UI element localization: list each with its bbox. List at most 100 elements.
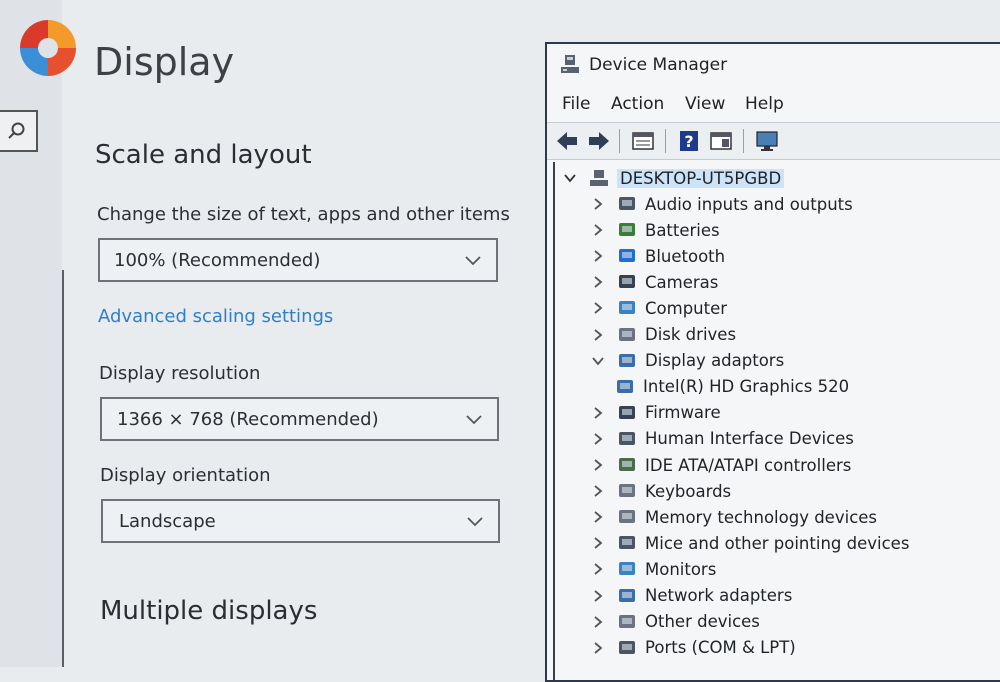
tree-category-item[interactable]: Other devices bbox=[591, 610, 760, 634]
tree-root[interactable]: DESKTOP-UT5PGBD bbox=[563, 166, 785, 190]
chevron-right-icon[interactable] bbox=[591, 197, 605, 211]
root-computer-name: DESKTOP-UT5PGBD bbox=[617, 168, 785, 188]
chevron-right-icon[interactable] bbox=[591, 484, 605, 498]
computer-icon bbox=[590, 170, 608, 186]
chevron-right-icon[interactable] bbox=[591, 432, 605, 446]
memory-icon bbox=[619, 510, 635, 524]
ide-icon bbox=[619, 458, 635, 471]
tree-category-item[interactable]: Computer bbox=[591, 296, 727, 320]
orientation-dropdown[interactable]: Landscape bbox=[101, 499, 500, 543]
tree-category-item[interactable]: Audio inputs and outputs bbox=[591, 192, 853, 216]
chevron-down-icon bbox=[466, 415, 482, 425]
tree-item-label: Other devices bbox=[645, 612, 760, 632]
tree-category-item[interactable]: Ports (COM & LPT) bbox=[591, 636, 796, 660]
tree-category-item[interactable]: Bluetooth bbox=[591, 244, 725, 268]
chevron-right-icon[interactable] bbox=[591, 510, 605, 524]
tree-item-label: Computer bbox=[645, 298, 728, 318]
tree-item-label: Ports (COM & LPT) bbox=[645, 638, 796, 658]
camera-icon bbox=[619, 275, 635, 289]
chevron-right-icon[interactable] bbox=[591, 223, 605, 237]
tree-item-label: Disk drives bbox=[645, 325, 737, 344]
menu-action[interactable]: Action bbox=[611, 94, 664, 114]
mouse-icon bbox=[619, 536, 635, 550]
section-title-multiple-displays: Multiple displays bbox=[100, 596, 318, 626]
toolbar: ? bbox=[547, 122, 1000, 160]
search-button[interactable] bbox=[0, 110, 38, 152]
tree-category-item[interactable]: Disk drives bbox=[591, 323, 736, 347]
device-manager-window: Device Manager File Action View Help ? D… bbox=[545, 42, 1000, 682]
resolution-dropdown[interactable]: 1366 × 768 (Recommended) bbox=[100, 397, 499, 441]
tree-item-label: Firmware bbox=[645, 403, 721, 423]
battery-icon bbox=[619, 223, 635, 237]
tree-category-item[interactable]: Human Interface Devices bbox=[591, 427, 854, 451]
nav-divider bbox=[62, 270, 64, 667]
menu-bar: File Action View Help bbox=[547, 90, 1000, 120]
display-adapter-icon bbox=[619, 353, 635, 367]
properties-icon[interactable] bbox=[631, 129, 655, 153]
forward-arrow-icon[interactable] bbox=[587, 129, 611, 153]
chevron-right-icon[interactable] bbox=[591, 406, 605, 420]
device-manager-icon bbox=[561, 55, 579, 73]
chevron-right-icon[interactable] bbox=[591, 275, 605, 289]
disk-icon bbox=[619, 327, 635, 341]
scale-label: Change the size of text, apps and other … bbox=[97, 204, 510, 225]
advanced-scaling-link[interactable]: Advanced scaling settings bbox=[98, 306, 333, 327]
help-icon[interactable]: ? bbox=[677, 129, 701, 153]
chevron-right-icon[interactable] bbox=[591, 249, 605, 263]
window-title: Device Manager bbox=[589, 55, 728, 75]
network-icon bbox=[619, 588, 635, 602]
monitor-icon bbox=[619, 562, 635, 576]
chevron-down-icon bbox=[467, 517, 483, 527]
menu-file[interactable]: File bbox=[562, 94, 590, 114]
tree-category-item[interactable]: Batteries bbox=[591, 218, 720, 242]
tree-category-item[interactable]: Monitors bbox=[591, 557, 716, 581]
chevron-right-icon[interactable] bbox=[591, 562, 605, 576]
chevron-right-icon[interactable] bbox=[591, 589, 605, 603]
chevron-right-icon[interactable] bbox=[591, 328, 605, 342]
update-driver-icon[interactable] bbox=[709, 129, 733, 153]
tree-item-label: IDE ATA/ATAPI controllers bbox=[645, 455, 852, 475]
toolbar-separator bbox=[665, 129, 666, 153]
tree-item-label: Keyboards bbox=[645, 481, 732, 501]
tree-category-item[interactable]: Display adaptors bbox=[591, 349, 784, 373]
chevron-right-icon[interactable] bbox=[591, 458, 605, 472]
back-arrow-icon[interactable] bbox=[555, 129, 579, 153]
settings-nav-strip bbox=[0, 0, 62, 667]
page-title: Display bbox=[94, 40, 235, 84]
tree-category-item[interactable]: Network adapters bbox=[591, 584, 792, 608]
menu-view[interactable]: View bbox=[685, 94, 725, 114]
tree-item-label: Batteries bbox=[645, 220, 720, 240]
tree-category-item[interactable]: Mice and other pointing devices bbox=[591, 531, 909, 555]
tree-child-item[interactable]: Intel(R) HD Graphics 520 bbox=[615, 375, 849, 399]
tree-item-label: Monitors bbox=[645, 559, 717, 579]
tree-item-label: Cameras bbox=[645, 272, 719, 292]
svg-text:?: ? bbox=[684, 132, 693, 151]
scale-dropdown[interactable]: 100% (Recommended) bbox=[98, 238, 498, 282]
chevron-right-icon[interactable] bbox=[591, 536, 605, 550]
chevron-right-icon[interactable] bbox=[591, 641, 605, 655]
port-icon bbox=[619, 640, 635, 654]
resolution-dropdown-value: 1366 × 768 (Recommended) bbox=[117, 408, 379, 430]
tree-item-label: Audio inputs and outputs bbox=[645, 194, 853, 214]
tree-item-label: Mice and other pointing devices bbox=[645, 533, 910, 553]
monitor-icon[interactable] bbox=[755, 129, 779, 153]
tree-item-label: Network adapters bbox=[645, 586, 793, 605]
toolbar-separator bbox=[619, 129, 620, 153]
app-logo-icon bbox=[20, 20, 76, 76]
chevron-right-icon[interactable] bbox=[591, 615, 605, 629]
display-adapter-icon bbox=[617, 379, 633, 393]
tree-category-item[interactable]: Firmware bbox=[591, 401, 721, 425]
tree-category-item[interactable]: Memory technology devices bbox=[591, 505, 877, 529]
chevron-down-icon[interactable] bbox=[563, 171, 577, 185]
firmware-icon bbox=[619, 405, 635, 419]
tree-category-item[interactable]: IDE ATA/ATAPI controllers bbox=[591, 453, 851, 477]
keyboard-icon bbox=[619, 484, 635, 498]
chevron-right-icon[interactable] bbox=[591, 301, 605, 315]
chevron-down-icon[interactable] bbox=[591, 354, 605, 368]
menu-help[interactable]: Help bbox=[745, 94, 784, 114]
scale-dropdown-value: 100% (Recommended) bbox=[114, 249, 321, 271]
tree-category-item[interactable]: Cameras bbox=[591, 270, 718, 294]
tree-category-item[interactable]: Keyboards bbox=[591, 479, 731, 503]
orientation-label: Display orientation bbox=[100, 465, 271, 486]
tree-item-label: Bluetooth bbox=[645, 246, 726, 266]
